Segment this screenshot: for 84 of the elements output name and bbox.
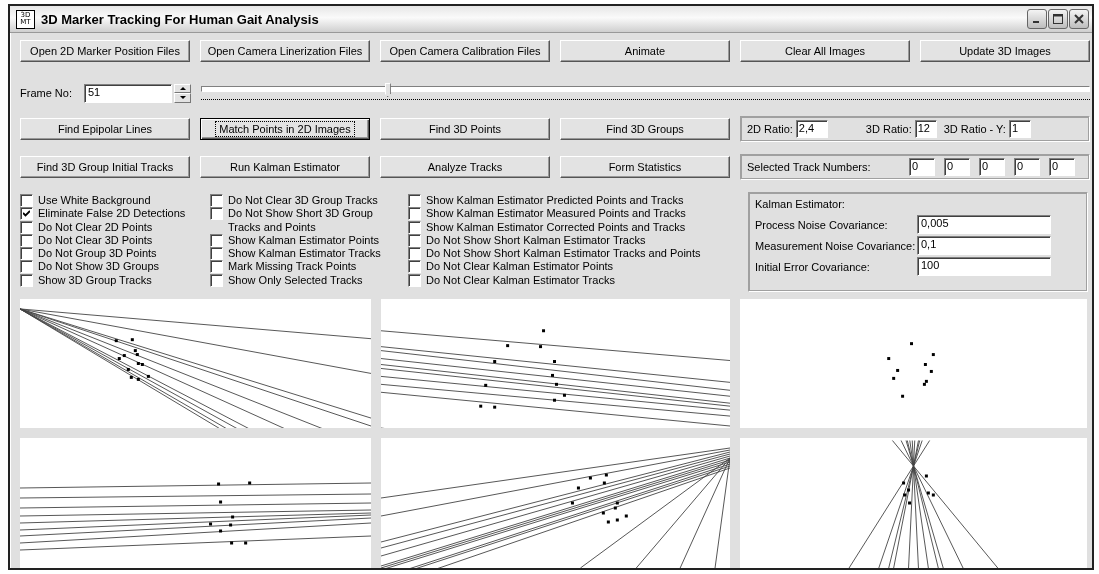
- tracks-label: Selected Track Numbers:: [747, 161, 872, 173]
- action-button[interactable]: Find 3D Points: [380, 118, 550, 140]
- checkbox[interactable]: [210, 207, 223, 221]
- option-label: Do Not Show Short 3D Group Tracks and Points: [228, 207, 374, 234]
- field-label: Measurement Noise Covariance:: [755, 239, 917, 252]
- option-label: Use White Background: [38, 194, 151, 208]
- action-button[interactable]: Run Kalman Estimator: [200, 156, 370, 178]
- option-label: Do Not Clear Kalman Estimator Points: [426, 260, 614, 274]
- ratio-label: 3D Ratio:: [865, 123, 912, 135]
- option-label: Mark Missing Track Points: [228, 260, 358, 274]
- checkmark-icon: [23, 210, 30, 218]
- action-button[interactable]: Animate: [560, 40, 730, 62]
- checkbox[interactable]: [408, 194, 421, 207]
- option-label: Do Not Clear 2D Points: [38, 220, 153, 234]
- checkbox[interactable]: [20, 207, 33, 221]
- action-button[interactable]: Clear All Images: [740, 40, 910, 62]
- checkbox[interactable]: [408, 207, 421, 221]
- covariance-field[interactable]: 0,005: [917, 215, 1051, 234]
- option-label: Show 3D Group Tracks: [38, 273, 152, 288]
- option-label: Do Not Show 3D Groups: [38, 260, 160, 274]
- minimize-icon[interactable]: [1027, 9, 1047, 29]
- ratio-label: 2D Ratio:: [747, 123, 793, 135]
- track-number-field[interactable]: 0: [1014, 158, 1040, 176]
- action-button[interactable]: Analyze Tracks: [380, 156, 550, 178]
- checkbox[interactable]: [408, 273, 421, 287]
- action-button[interactable]: Find 3D Group Initial Tracks: [20, 156, 190, 178]
- option-label: Show Kalman Estimator Points: [228, 233, 380, 248]
- option-label: Do Not Clear 3D Group Tracks: [228, 194, 379, 208]
- down-arrow-icon[interactable]: [179, 96, 186, 100]
- field-label: Initial Error Covariance:: [755, 260, 871, 273]
- ratio-field[interactable]: 12: [914, 120, 937, 138]
- group-title: Kalman Estimator:: [755, 198, 846, 210]
- option-label: Do Not Show Short Kalman Estimator Tracks: [426, 233, 646, 248]
- checkbox[interactable]: [20, 273, 33, 287]
- action-button[interactable]: Update 3D Images: [920, 40, 1090, 62]
- option-label: Do Not Clear Kalman Estimator Tracks: [426, 273, 615, 288]
- option-label: Do Not Group 3D Points: [38, 247, 157, 261]
- checkbox[interactable]: [20, 194, 33, 207]
- option-label: Show Kalman Estimator Predicted Points and Tracks: [426, 194, 684, 208]
- option-label: Do Not Clear 3D Points: [38, 233, 153, 248]
- checkbox[interactable]: [210, 233, 223, 247]
- checkbox[interactable]: [210, 247, 223, 261]
- action-button[interactable]: Open Camera Calibration Files: [380, 40, 550, 62]
- up-arrow-icon[interactable]: [179, 86, 186, 90]
- option-label: Do Not Show Short Kalman Estimator Tracks and Points: [426, 247, 701, 261]
- window-title: 3D Marker Tracking For Human Gait Analysis: [41, 11, 320, 27]
- checkbox[interactable]: [210, 273, 223, 287]
- checkbox[interactable]: [408, 247, 421, 261]
- track-number-field[interactable]: 0: [909, 158, 935, 176]
- action-button[interactable]: Find Epipolar Lines: [20, 118, 190, 140]
- ratio-field[interactable]: 2,4: [795, 120, 828, 138]
- maximize-icon[interactable]: [1048, 9, 1068, 29]
- action-button[interactable]: Match Points in 2D Images: [200, 118, 370, 140]
- ratio-field[interactable]: 1: [1008, 120, 1031, 138]
- covariance-field[interactable]: 100: [917, 257, 1051, 276]
- checkbox[interactable]: [210, 260, 223, 274]
- frame-slider[interactable]: [201, 83, 1090, 103]
- ratio-label: 3D Ratio - Y:: [943, 123, 1006, 135]
- track-number-field[interactable]: 0: [1049, 158, 1075, 176]
- close-icon[interactable]: [1069, 9, 1089, 29]
- track-number-field[interactable]: 0: [979, 158, 1005, 176]
- option-label: Show Only Selected Tracks: [228, 273, 364, 288]
- covariance-field[interactable]: 0,1: [917, 236, 1051, 255]
- option-label: Eliminate False 2D Detections: [38, 207, 186, 221]
- checkbox[interactable]: [20, 260, 33, 274]
- checkbox[interactable]: [408, 260, 421, 274]
- option-label: Show Kalman Estimator Measured Points and Tracks: [426, 207, 686, 221]
- frame-number-field[interactable]: 51: [84, 83, 172, 103]
- track-number-field[interactable]: 0: [944, 158, 970, 176]
- checkbox[interactable]: [20, 247, 33, 261]
- checkbox[interactable]: [210, 194, 223, 207]
- action-button[interactable]: Open Camera Linerization Files: [200, 40, 370, 62]
- option-label: Show Kalman Estimator Tracks: [228, 247, 382, 261]
- option-label: Show Kalman Estimator Corrected Points and Tracks: [426, 220, 686, 234]
- point-cloud-drawing: [887, 342, 935, 398]
- frame-label: Frame No:: [20, 87, 73, 99]
- spin-button[interactable]: [174, 83, 191, 103]
- field-label: Process Noise Covariance:: [755, 218, 889, 231]
- checkbox[interactable]: [408, 220, 421, 234]
- action-button[interactable]: Find 3D Groups: [560, 118, 730, 140]
- slider-thumb[interactable]: [384, 83, 391, 97]
- checkbox[interactable]: [20, 220, 33, 234]
- action-button[interactable]: Open 2D Marker Position Files: [20, 40, 190, 62]
- action-button[interactable]: Form Statistics: [560, 156, 730, 178]
